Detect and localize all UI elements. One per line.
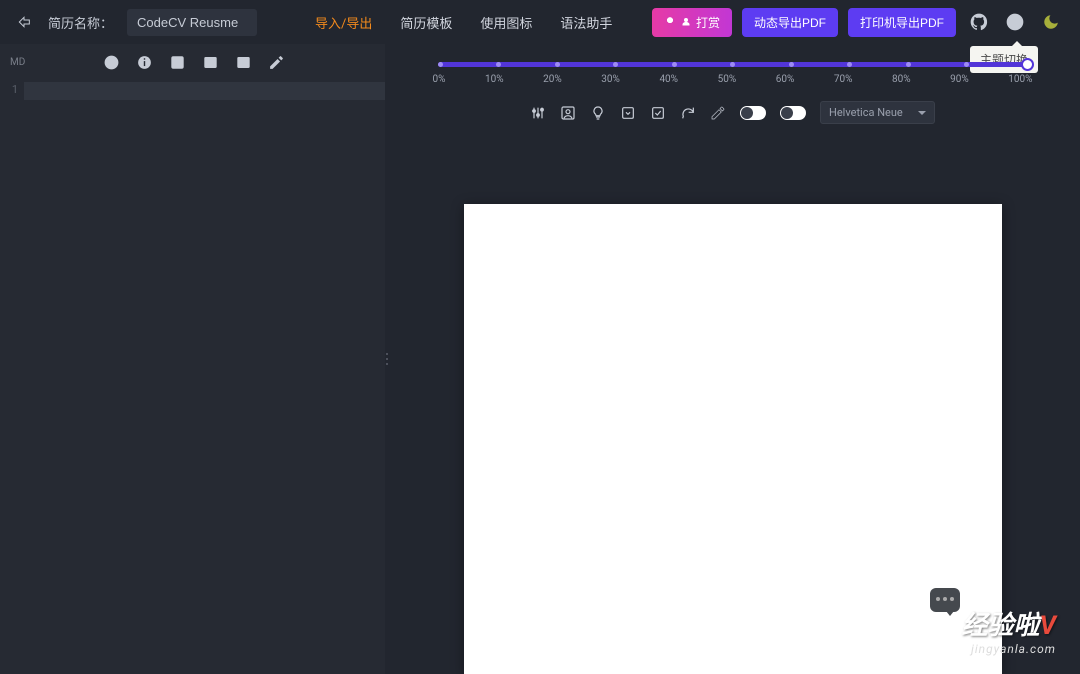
print-pdf-button[interactable]: 打印机导出PDF [848,8,956,37]
tip-button-label: 打赏 [696,14,720,31]
resume-canvas [464,204,1002,674]
nav-icons[interactable]: 使用图标 [480,13,532,32]
font-select-value: Helvetica Neue [829,106,903,119]
font-select[interactable]: Helvetica Neue [820,101,935,124]
toggle-1[interactable] [740,106,766,120]
resume-name-input[interactable] [127,9,257,36]
current-line-highlight [24,82,385,100]
refresh-icon[interactable] [680,105,696,121]
back-icon[interactable] [16,14,32,30]
tip-button[interactable]: 打赏 [652,8,732,37]
help-icon[interactable] [1002,9,1028,35]
slider-thumb[interactable] [1021,58,1034,71]
dynamic-pdf-button[interactable]: 动态导出PDF [742,8,838,37]
resume-name-label: 简历名称： [48,13,113,32]
info-icon[interactable] [136,54,153,71]
nav-templates[interactable]: 简历模板 [400,13,452,32]
editor-content[interactable]: 1 [0,80,385,674]
preview-panel: 0% 10% 20% 30% 40% 50% 60% 70% 80% 90% 1… [385,44,1080,674]
table-icon[interactable] [235,54,252,71]
columns-icon[interactable] [202,54,219,71]
watermark-sub: jingyanla.com [962,642,1057,656]
dropdown-box-icon[interactable] [620,105,636,121]
theme-toggle-icon[interactable] [1038,9,1064,35]
editor-mode-label: MD [10,57,25,68]
nav-import-export[interactable]: 导入/导出 [315,13,372,32]
watermark-accent: V [1040,611,1056,641]
editor-panel: MD [0,44,385,674]
nav-grammar[interactable]: 语法助手 [560,13,612,32]
toggle-2[interactable] [780,106,806,120]
line-number: 1 [0,83,18,96]
avatar-box-icon[interactable] [560,105,576,121]
list-icon[interactable] [169,54,186,71]
pen-icon[interactable] [710,105,726,121]
github-icon[interactable] [966,9,992,35]
panel-resize-handle[interactable] [386,353,388,365]
slider-labels: 0% 10% 20% 30% 40% 50% 60% 70% 80% 90% 1… [433,74,1033,85]
lightbulb-icon[interactable] [590,105,606,121]
chat-bubble-icon [930,588,960,612]
watermark-text: 经验啦 [962,611,1040,641]
check-box-icon[interactable] [650,105,666,121]
zoom-slider[interactable] [438,58,1028,71]
line-gutter: 1 [0,80,24,674]
emoji-icon[interactable] [103,54,120,71]
watermark: 经验啦V jingyanla.com [962,605,1057,656]
edit-icon[interactable] [268,54,285,71]
adjust-icon[interactable] [530,105,546,121]
